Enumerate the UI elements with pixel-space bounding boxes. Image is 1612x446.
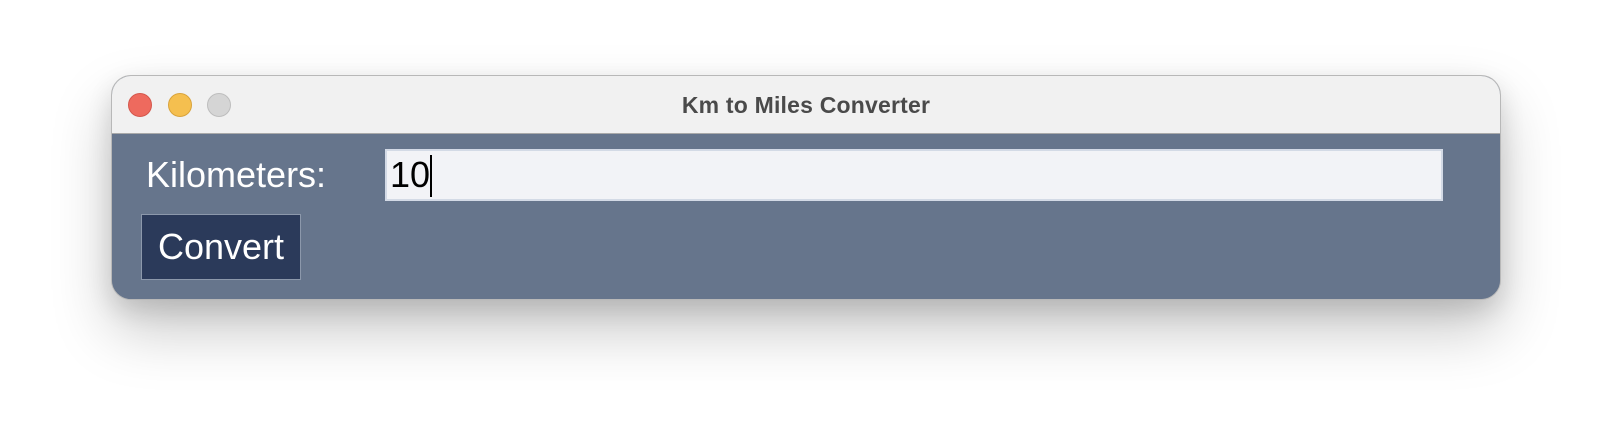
kilometers-input[interactable] [385,149,1443,201]
text-cursor [430,155,432,197]
kilometers-label: Kilometers: [146,154,327,195]
convert-button[interactable]: Convert [141,214,301,280]
converter-panel: Kilometers: Convert [112,134,1500,299]
title-bar[interactable]: Km to Miles Converter [112,76,1500,134]
app-window: Km to Miles Converter Kilometers: Conver… [111,75,1501,300]
window-title: Km to Miles Converter [681,92,931,118]
